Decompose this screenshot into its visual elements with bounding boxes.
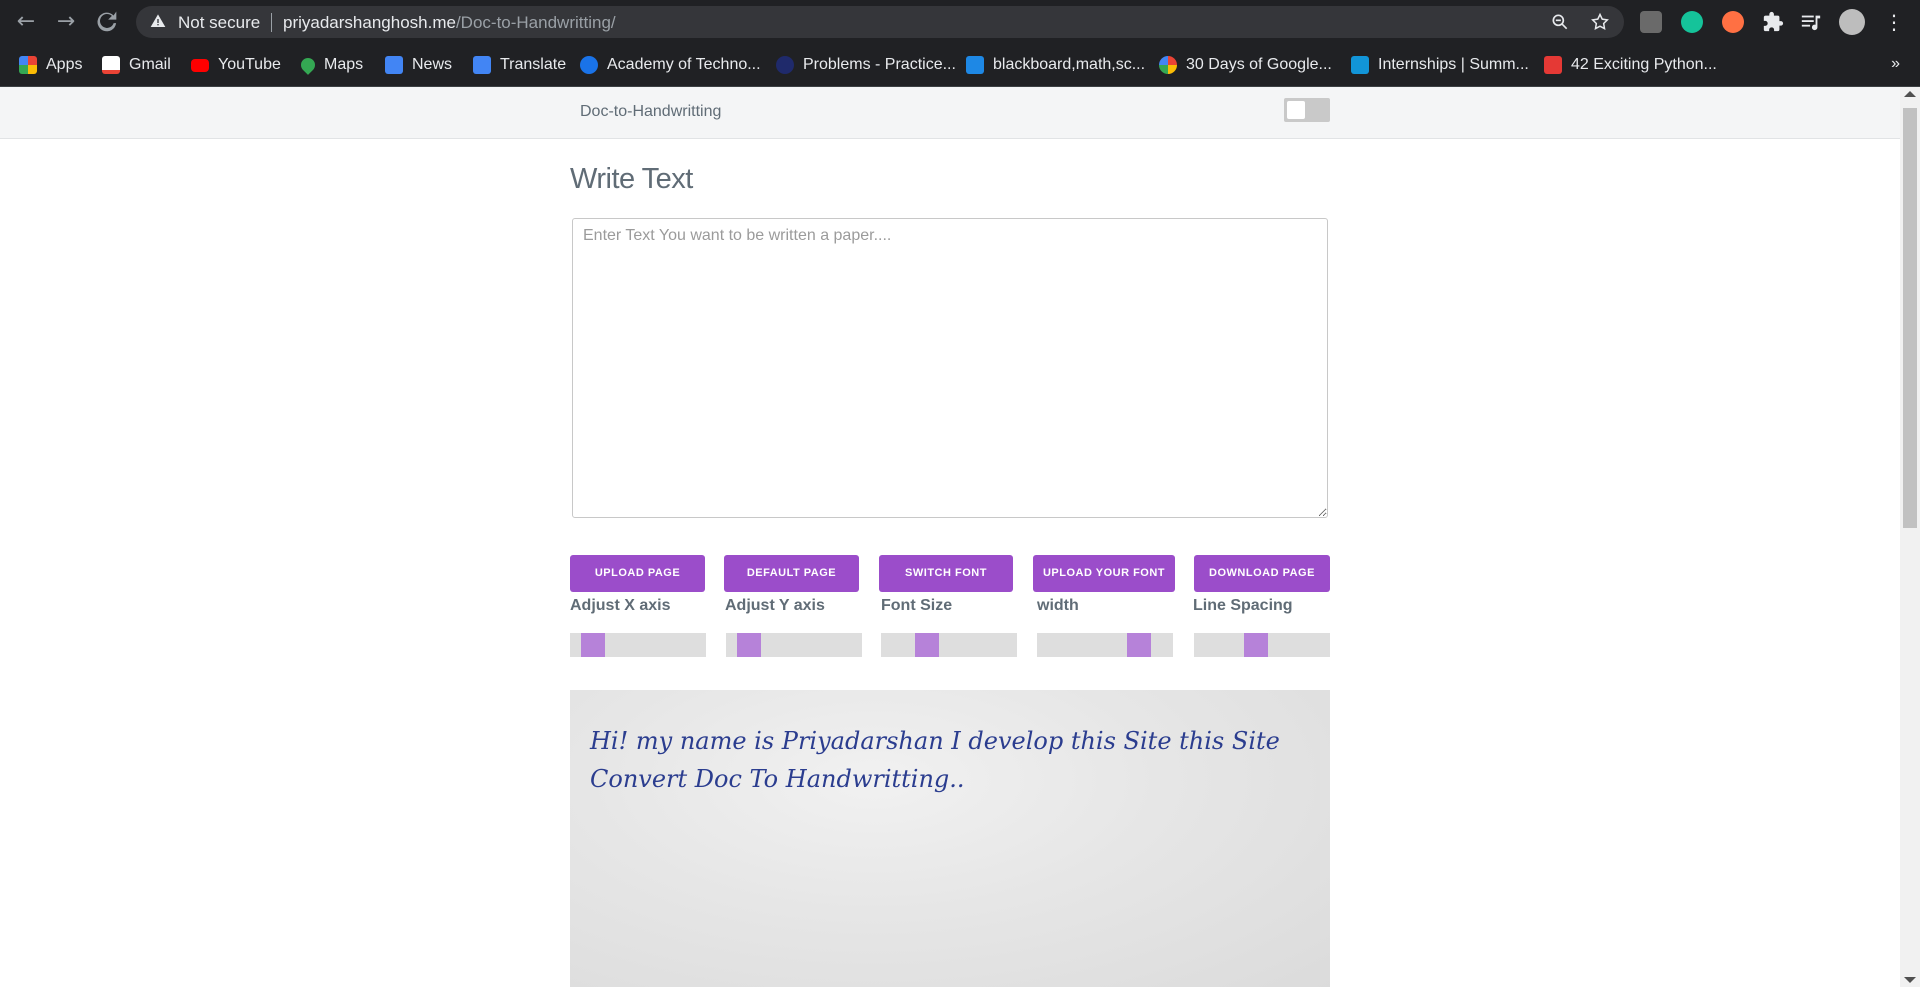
text-input-area[interactable]	[572, 218, 1328, 518]
scroll-up-arrow-icon[interactable]	[1904, 91, 1916, 97]
warning-icon	[150, 14, 166, 27]
bookmark-label: Apps	[46, 56, 83, 73]
bookmark-label: Academy of Techno...	[607, 56, 761, 73]
y-axis-label: Adjust Y axis	[725, 597, 825, 614]
bookmark-label: News	[412, 56, 453, 73]
bookmark-python-article[interactable]: 42 Exciting Python...	[1544, 53, 1717, 77]
width-slider[interactable]	[1037, 633, 1173, 657]
grammarly-icon[interactable]	[1681, 11, 1703, 33]
width-label: width	[1037, 597, 1079, 614]
profile-avatar[interactable]	[1839, 9, 1865, 35]
font-size-label: Font Size	[881, 597, 953, 614]
back-arrow-icon[interactable]: ←	[12, 8, 40, 36]
news-icon	[385, 56, 403, 74]
bookmark-label: Internships | Summ...	[1378, 56, 1529, 73]
bookmark-label: Maps	[324, 56, 364, 73]
translate-icon	[473, 56, 491, 74]
apps-grid-icon	[19, 56, 37, 74]
forward-arrow-icon[interactable]: →	[52, 8, 80, 36]
bookmark-label: 30 Days of Google...	[1186, 56, 1332, 73]
internshala-icon	[1351, 56, 1369, 74]
page-scrollbar[interactable]	[1900, 87, 1920, 987]
bookmark-academy[interactable]: Academy of Techno...	[580, 53, 761, 77]
site-brand[interactable]: Doc-to-Handwritting	[580, 103, 721, 121]
bookmark-label: YouTube	[218, 56, 281, 73]
bookmark-label: Gmail	[129, 56, 171, 73]
zoom-icon[interactable]	[1550, 12, 1570, 32]
page-content: Doc-to-Handwritting Write Text UPLOAD PA…	[0, 87, 1900, 987]
x-axis-label: Adjust X axis	[570, 597, 671, 614]
bookmark-google[interactable]: 30 Days of Google...	[1159, 53, 1332, 77]
url-text: priyadarshanghosh.me/Doc-to-Handwritting…	[283, 13, 616, 33]
address-bar[interactable]: Not secure priyadarshanghosh.me/Doc-to-H…	[136, 6, 1624, 38]
y-axis-slider[interactable]	[726, 633, 862, 657]
practice-icon	[776, 56, 794, 74]
bookmark-practice[interactable]: Problems - Practice...	[776, 53, 956, 77]
bookmark-label: 42 Exciting Python...	[1571, 56, 1717, 73]
scrollbar-thumb[interactable]	[1903, 108, 1917, 528]
bookmark-star-icon[interactable]	[1590, 12, 1610, 32]
bookmark-internshala[interactable]: Internships | Summ...	[1351, 53, 1529, 77]
bookmark-maps[interactable]: Maps	[298, 53, 364, 77]
switch-font-button[interactable]: SWITCH FONT	[879, 555, 1013, 592]
reading-list-icon[interactable]	[1800, 11, 1822, 33]
bookmark-label: Problems - Practice...	[803, 56, 956, 73]
site-navbar: Doc-to-Handwritting	[0, 87, 1900, 139]
scroll-down-arrow-icon[interactable]	[1904, 977, 1916, 983]
bookmark-label: blackboard,math,sc...	[993, 56, 1146, 73]
bookmark-youtube[interactable]: YouTube	[191, 53, 281, 77]
gmail-icon	[102, 56, 120, 74]
bookmark-blackboard[interactable]: blackboard,math,sc...	[966, 53, 1145, 77]
blackboard-icon	[966, 56, 984, 74]
toggle-knob	[1287, 101, 1305, 119]
handwriting-paper: Hi! my name is Priyadarshan I develop th…	[570, 690, 1330, 987]
upload-page-button[interactable]: UPLOAD PAGE	[570, 555, 705, 592]
slider-thumb[interactable]	[915, 633, 939, 657]
url-host: priyadarshanghosh.me	[283, 13, 456, 32]
menu-kebab-icon[interactable]: ⋮	[1880, 8, 1908, 36]
slider-thumb[interactable]	[737, 633, 761, 657]
bookmark-news[interactable]: News	[385, 53, 452, 77]
page-heading: Write Text	[570, 163, 693, 195]
font-size-slider[interactable]	[881, 633, 1017, 657]
extension-icon[interactable]	[1640, 11, 1662, 33]
google-icon	[1159, 56, 1177, 74]
python-article-icon	[1544, 56, 1562, 74]
more-bookmarks-button[interactable]: »	[1891, 55, 1900, 73]
academy-icon	[580, 56, 598, 74]
bookmarks-bar: Apps Gmail YouTube Maps News Translate A…	[0, 45, 1920, 87]
slider-thumb[interactable]	[1127, 633, 1151, 657]
reload-icon[interactable]	[93, 8, 121, 36]
puzzle-extensions-icon[interactable]	[1762, 11, 1784, 33]
default-page-button[interactable]: DEFAULT PAGE	[724, 555, 859, 592]
bookmark-gmail[interactable]: Gmail	[102, 53, 171, 77]
security-label: Not secure	[178, 13, 261, 32]
extension-eye-icon[interactable]	[1722, 11, 1744, 33]
line-spacing-label: Line Spacing	[1193, 597, 1293, 614]
line-spacing-slider[interactable]	[1194, 633, 1330, 657]
x-axis-slider[interactable]	[570, 633, 706, 657]
slider-thumb[interactable]	[581, 633, 605, 657]
bookmark-apps[interactable]: Apps	[19, 53, 82, 77]
handwritten-text: Hi! my name is Priyadarshan I develop th…	[590, 727, 1280, 793]
slider-thumb[interactable]	[1244, 633, 1268, 657]
bookmark-translate[interactable]: Translate	[473, 53, 566, 77]
upload-your-font-button[interactable]: UPLOAD YOUR FONT	[1033, 555, 1175, 592]
maps-icon	[298, 55, 318, 75]
bookmark-label: Translate	[500, 56, 567, 73]
dark-mode-toggle[interactable]	[1284, 98, 1330, 122]
download-page-button[interactable]: DOWNLOAD PAGE	[1194, 555, 1330, 592]
url-path: /Doc-to-Handwritting/	[455, 13, 616, 32]
youtube-icon	[191, 58, 209, 72]
browser-toolbar: ← → Not secure priyadarshanghosh.me/Doc-…	[0, 0, 1920, 45]
omnibox-divider	[271, 13, 272, 32]
